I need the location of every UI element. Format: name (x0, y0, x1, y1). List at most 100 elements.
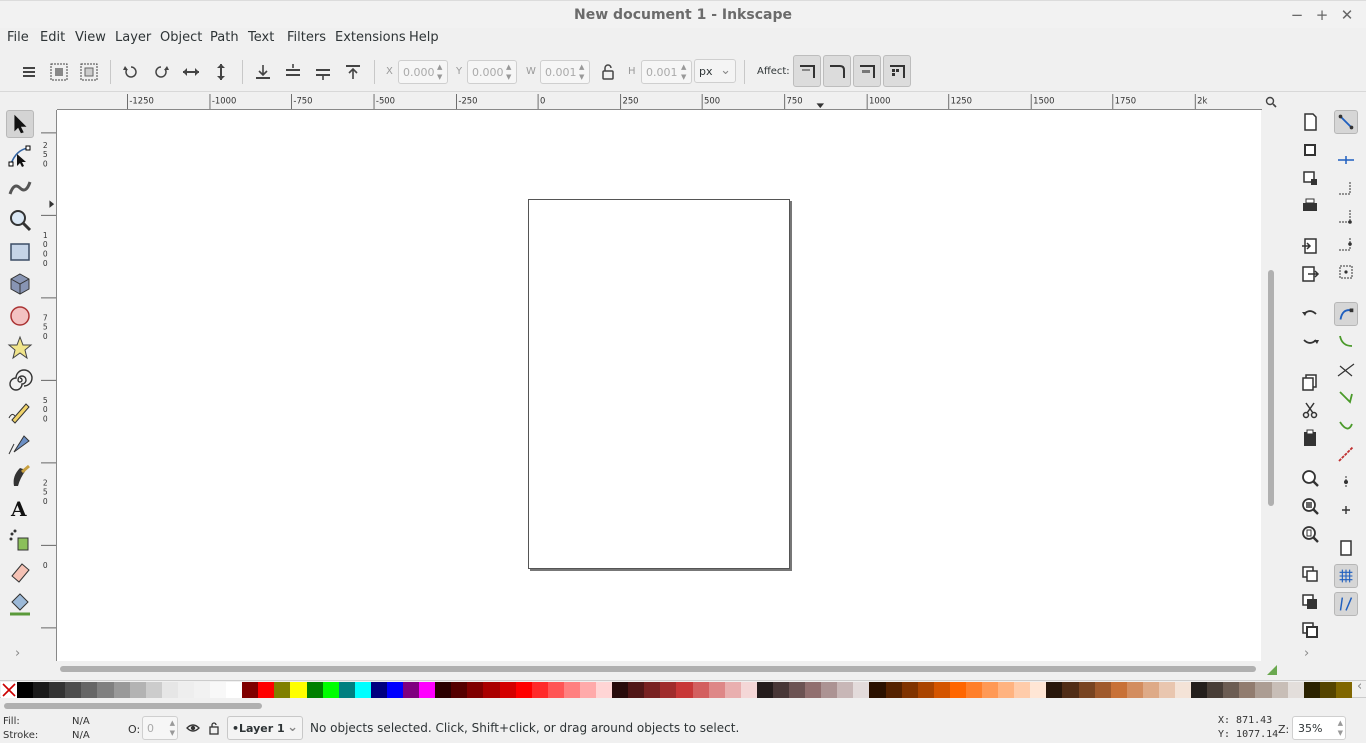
rotate-cw-icon[interactable] (150, 61, 172, 83)
color-swatch[interactable] (628, 682, 645, 698)
menu-filters[interactable]: Filters (287, 30, 326, 45)
snap-smooth-nodes-icon[interactable] (1334, 414, 1358, 438)
color-swatch[interactable] (869, 682, 887, 698)
redo-icon[interactable] (1298, 330, 1322, 354)
color-swatch[interactable] (354, 682, 372, 698)
color-swatch[interactable] (1207, 682, 1224, 698)
color-swatch[interactable] (467, 682, 484, 698)
color-swatch[interactable] (17, 682, 34, 698)
color-swatch[interactable] (338, 682, 356, 698)
color-swatch[interactable] (81, 682, 98, 698)
toolbox-more-icon[interactable]: › (15, 646, 20, 661)
color-swatch[interactable] (483, 682, 501, 698)
color-swatch[interactable] (1287, 682, 1305, 698)
snap-grids-icon[interactable] (1334, 564, 1358, 588)
affect-rounded-corners-button[interactable] (823, 55, 851, 87)
color-swatch[interactable] (1142, 682, 1160, 698)
color-swatch[interactable] (1062, 682, 1080, 698)
color-swatch[interactable] (1158, 682, 1176, 698)
color-swatch[interactable] (1046, 682, 1063, 698)
color-swatch[interactable] (933, 682, 951, 698)
3d-box-tool-icon[interactable] (6, 270, 34, 298)
color-swatch[interactable] (837, 682, 854, 698)
menu-help[interactable]: Help (409, 30, 439, 45)
zoom-input[interactable]: 35% ▲ ▼ (1292, 716, 1346, 740)
eraser-tool-icon[interactable] (6, 558, 34, 586)
snap-enable-icon[interactable] (1334, 110, 1358, 134)
color-swatch[interactable] (756, 682, 774, 698)
pen-tool-icon[interactable] (6, 430, 34, 458)
spin-arrows-icon[interactable]: ▲ ▼ (437, 62, 445, 82)
color-swatch[interactable] (370, 682, 388, 698)
y-input[interactable]: 0.000 ▲ ▼ (467, 60, 517, 84)
color-swatch[interactable] (451, 682, 468, 698)
zoom-tool-icon[interactable] (6, 206, 34, 234)
snap-intersections-icon[interactable] (1334, 358, 1358, 382)
color-swatch[interactable] (789, 682, 806, 698)
color-swatch[interactable] (515, 682, 533, 698)
color-swatch[interactable] (982, 682, 999, 698)
pencil-tool-icon[interactable] (6, 398, 34, 426)
spiral-tool-icon[interactable] (6, 366, 34, 394)
snap-line-midpoints-icon[interactable] (1334, 442, 1358, 466)
snap-bbox-midpoints-icon[interactable] (1334, 232, 1358, 256)
menu-file[interactable]: File (7, 30, 29, 45)
select-all-icon[interactable] (18, 61, 40, 83)
spin-arrows-icon[interactable]: ▲ ▼ (579, 62, 587, 82)
color-swatch[interactable] (901, 682, 919, 698)
paint-bucket-tool-icon[interactable] (6, 590, 34, 618)
no-paint-swatch-icon[interactable] (1, 682, 17, 698)
x-input[interactable]: 0.000 ▲ ▼ (398, 60, 448, 84)
spin-arrows-icon[interactable]: ▲ ▼ (506, 62, 514, 82)
cut-icon[interactable] (1298, 398, 1322, 422)
color-swatch[interactable] (579, 682, 597, 698)
color-swatch[interactable] (1110, 682, 1128, 698)
color-swatch[interactable] (177, 682, 195, 698)
maximize-button[interactable]: + (1311, 4, 1333, 26)
snap-bbox-icon[interactable] (1334, 148, 1358, 172)
affect-gradients-button[interactable] (853, 55, 881, 87)
color-swatch[interactable] (1239, 682, 1256, 698)
menu-view[interactable]: View (75, 30, 106, 45)
color-swatch[interactable] (1014, 682, 1031, 698)
snap-cusp-nodes-icon[interactable] (1334, 386, 1358, 410)
color-swatch[interactable] (1303, 682, 1321, 698)
flip-vertical-icon[interactable] (210, 61, 232, 83)
select-all-layers-icon[interactable] (48, 61, 70, 83)
spray-tool-icon[interactable] (6, 526, 34, 554)
color-swatch[interactable] (386, 682, 404, 698)
print-icon[interactable] (1298, 194, 1322, 218)
scrollbar-thumb[interactable] (4, 703, 262, 709)
horizontal-scrollbar[interactable] (57, 662, 1262, 676)
color-swatch[interactable] (692, 682, 710, 698)
copy-icon[interactable] (1298, 370, 1322, 394)
menu-text[interactable]: Text (248, 30, 274, 45)
export-icon[interactable] (1298, 262, 1322, 286)
fill-value[interactable]: N/A (72, 716, 90, 727)
color-swatch[interactable] (419, 682, 436, 698)
color-swatch[interactable] (644, 682, 661, 698)
color-swatch[interactable] (161, 682, 179, 698)
rotate-ccw-icon[interactable] (120, 61, 142, 83)
snap-nodes-icon[interactable] (1334, 302, 1358, 326)
flip-horizontal-icon[interactable] (180, 61, 202, 83)
color-swatch[interactable] (917, 682, 935, 698)
color-swatch[interactable] (676, 682, 694, 698)
document-page[interactable] (528, 199, 790, 569)
color-swatch[interactable] (1175, 682, 1192, 698)
color-swatch[interactable] (322, 682, 340, 698)
color-swatch[interactable] (1271, 682, 1289, 698)
palette-scrollbar[interactable] (0, 700, 1366, 712)
commands-more-icon[interactable]: › (1304, 646, 1309, 661)
color-swatch[interactable] (435, 682, 452, 698)
undo-icon[interactable] (1298, 302, 1322, 326)
color-swatch[interactable] (1126, 682, 1144, 698)
color-swatch[interactable] (1094, 682, 1112, 698)
menu-layer[interactable]: Layer (115, 30, 151, 45)
snap-paths-icon[interactable] (1334, 330, 1358, 354)
spin-arrows-icon[interactable]: ▲ ▼ (681, 62, 689, 82)
deselect-icon[interactable] (78, 61, 100, 83)
color-swatch[interactable] (547, 682, 565, 698)
spin-arrows-icon[interactable]: ▲ ▼ (170, 718, 175, 738)
minimize-button[interactable]: − (1286, 4, 1308, 26)
